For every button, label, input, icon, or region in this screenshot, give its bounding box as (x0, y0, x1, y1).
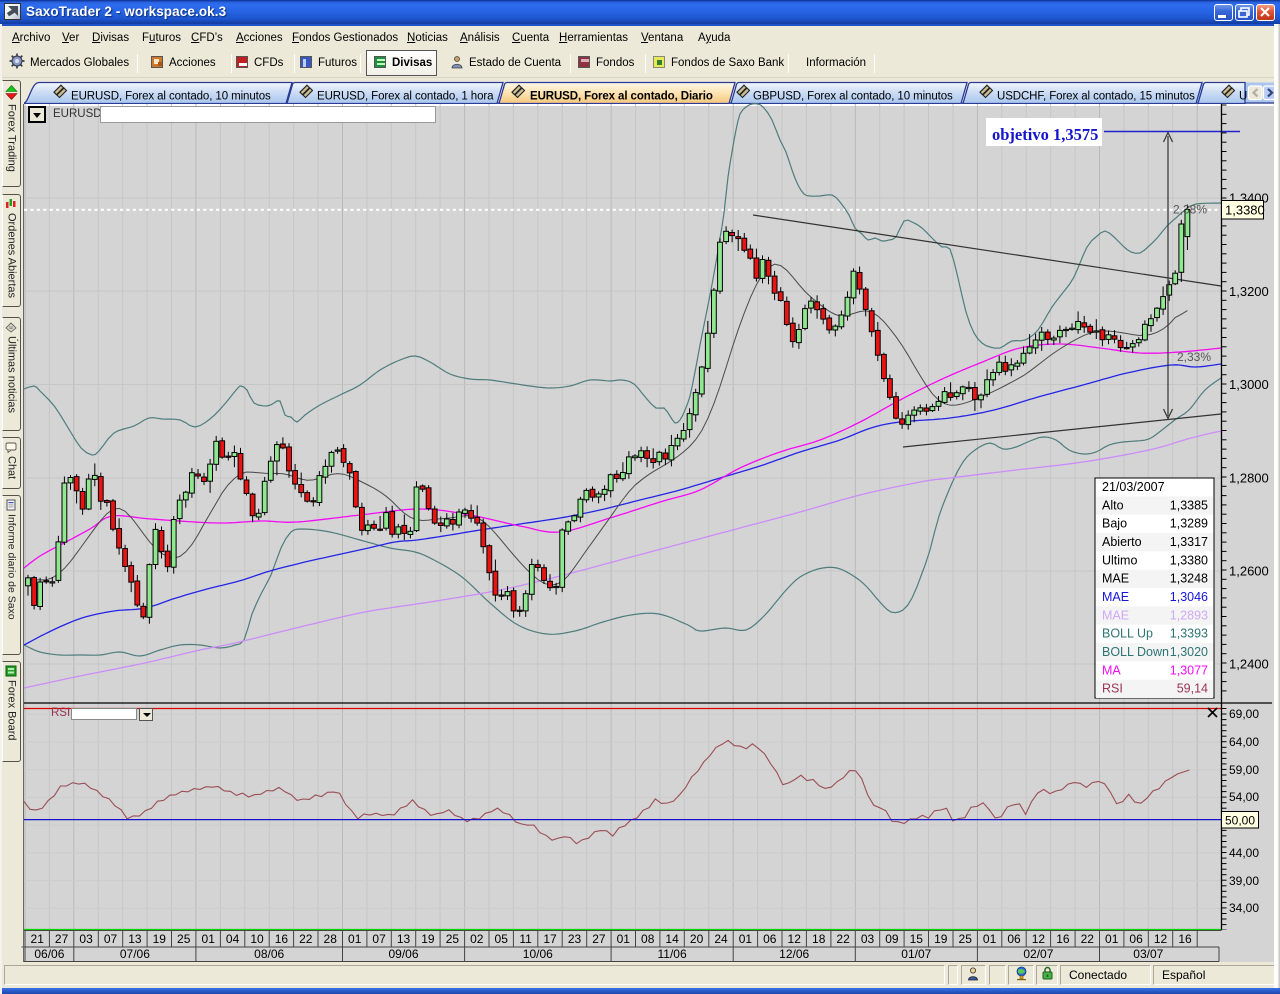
svg-text:01: 01 (739, 932, 753, 946)
svg-text:1,3289: 1,3289 (1170, 517, 1208, 531)
svg-text:1,3248: 1,3248 (1170, 572, 1208, 586)
svg-text:1,3380: 1,3380 (1225, 203, 1265, 218)
svg-text:25: 25 (959, 932, 973, 946)
svg-text:27: 27 (55, 932, 69, 946)
svg-text:19: 19 (934, 932, 948, 946)
svg-text:1,2600: 1,2600 (1229, 564, 1269, 579)
svg-text:21: 21 (31, 932, 45, 946)
svg-text:1,3385: 1,3385 (1170, 498, 1208, 512)
svg-text:Bajo: Bajo (1102, 517, 1127, 531)
svg-text:01: 01 (348, 932, 362, 946)
svg-text:16: 16 (275, 932, 289, 946)
svg-text:64,00: 64,00 (1229, 735, 1259, 749)
svg-text:13: 13 (128, 932, 142, 946)
svg-text:1,3317: 1,3317 (1170, 535, 1208, 549)
svg-text:16: 16 (1178, 932, 1192, 946)
svg-text:10: 10 (250, 932, 264, 946)
svg-text:03: 03 (79, 932, 93, 946)
svg-text:50,00: 50,00 (1225, 814, 1255, 828)
svg-text:01: 01 (617, 932, 631, 946)
svg-text:19: 19 (153, 932, 167, 946)
svg-text:12: 12 (1154, 932, 1168, 946)
svg-text:08: 08 (641, 932, 655, 946)
svg-text:MAE: MAE (1102, 608, 1129, 622)
svg-text:07/06: 07/06 (120, 947, 150, 961)
svg-text:02: 02 (470, 932, 484, 946)
svg-text:MAE: MAE (1102, 590, 1129, 604)
svg-text:01/07: 01/07 (901, 947, 931, 961)
svg-text:07: 07 (104, 932, 118, 946)
svg-text:39,00: 39,00 (1229, 874, 1259, 888)
svg-text:24: 24 (714, 932, 728, 946)
svg-text:28: 28 (324, 932, 338, 946)
svg-text:23: 23 (568, 932, 582, 946)
svg-text:1,3077: 1,3077 (1170, 663, 1208, 677)
svg-text:1,3200: 1,3200 (1229, 284, 1269, 299)
svg-text:09: 09 (885, 932, 899, 946)
svg-text:22: 22 (1081, 932, 1095, 946)
svg-text:1,2400: 1,2400 (1229, 657, 1269, 672)
svg-text:12: 12 (1032, 932, 1046, 946)
svg-text:objetivo 1,3575: objetivo 1,3575 (992, 125, 1098, 144)
svg-text:27: 27 (592, 932, 606, 946)
svg-text:Ultimo: Ultimo (1102, 553, 1137, 567)
svg-text:03/07: 03/07 (1133, 947, 1163, 961)
svg-text:01: 01 (202, 932, 216, 946)
svg-text:44,00: 44,00 (1229, 846, 1259, 860)
svg-text:22: 22 (836, 932, 850, 946)
svg-text:17: 17 (543, 932, 557, 946)
svg-text:2,38%: 2,38% (1173, 203, 1207, 217)
svg-text:01: 01 (983, 932, 997, 946)
svg-text:08/06: 08/06 (254, 947, 284, 961)
svg-text:06: 06 (1129, 932, 1143, 946)
svg-text:06/06: 06/06 (34, 947, 64, 961)
svg-text:12: 12 (788, 932, 802, 946)
svg-text:1,2893: 1,2893 (1170, 608, 1208, 622)
svg-text:25: 25 (177, 932, 191, 946)
svg-text:69,00: 69,00 (1229, 707, 1259, 721)
svg-text:15: 15 (910, 932, 924, 946)
svg-text:09/06: 09/06 (388, 947, 418, 961)
svg-text:Alto: Alto (1102, 498, 1124, 512)
svg-text:MAE: MAE (1102, 572, 1129, 586)
svg-text:13: 13 (397, 932, 411, 946)
svg-text:22: 22 (299, 932, 313, 946)
svg-text:19: 19 (421, 932, 435, 946)
svg-text:11: 11 (519, 932, 532, 946)
svg-text:Abierto: Abierto (1102, 535, 1142, 549)
svg-text:54,00: 54,00 (1229, 790, 1259, 804)
svg-text:10/06: 10/06 (523, 947, 553, 961)
svg-text:1,3020: 1,3020 (1170, 645, 1208, 659)
svg-text:BOLL Up: BOLL Up (1102, 627, 1153, 641)
svg-text:21/03/2007: 21/03/2007 (1102, 480, 1165, 494)
svg-text:BOLL Down: BOLL Down (1102, 645, 1169, 659)
svg-text:25: 25 (446, 932, 460, 946)
svg-text:06: 06 (1007, 932, 1021, 946)
svg-text:2,33%: 2,33% (1177, 350, 1211, 364)
svg-text:04: 04 (226, 932, 240, 946)
svg-text:20: 20 (690, 932, 704, 946)
svg-text:07: 07 (372, 932, 386, 946)
svg-text:14: 14 (665, 932, 679, 946)
svg-text:12/06: 12/06 (779, 947, 809, 961)
svg-text:MA: MA (1102, 663, 1121, 677)
svg-text:11/06: 11/06 (658, 947, 687, 961)
svg-text:1,3000: 1,3000 (1229, 377, 1269, 392)
svg-text:03: 03 (861, 932, 875, 946)
svg-text:01: 01 (1105, 932, 1119, 946)
svg-text:59,14: 59,14 (1177, 682, 1208, 696)
svg-text:02/07: 02/07 (1023, 947, 1053, 961)
svg-text:05: 05 (495, 932, 509, 946)
svg-text:59,00: 59,00 (1229, 763, 1259, 777)
svg-text:1,3046: 1,3046 (1170, 590, 1208, 604)
svg-text:RSI: RSI (1102, 682, 1123, 696)
svg-text:34,00: 34,00 (1229, 901, 1259, 915)
svg-text:18: 18 (812, 932, 826, 946)
svg-text:16: 16 (1056, 932, 1070, 946)
svg-text:1,3380: 1,3380 (1170, 553, 1208, 567)
svg-text:1,3393: 1,3393 (1170, 627, 1208, 641)
svg-text:1,2800: 1,2800 (1229, 471, 1269, 486)
svg-text:06: 06 (763, 932, 777, 946)
